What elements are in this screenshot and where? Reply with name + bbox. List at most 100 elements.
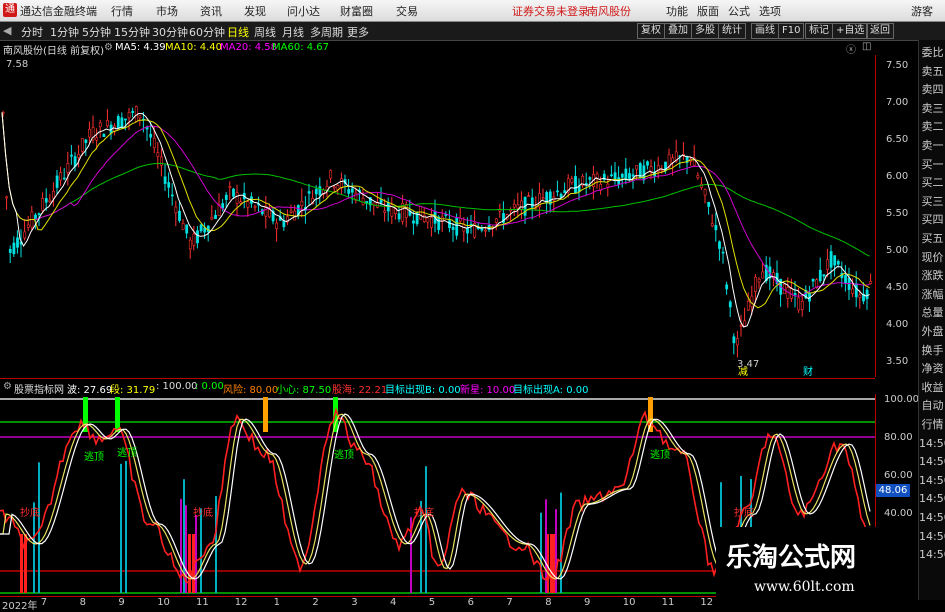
side-panel-item[interactable]: 买四 [919,213,945,226]
candle-body [300,200,304,206]
candle-body [718,241,721,249]
indicator-0: : 0.00 [195,381,224,392]
period-more[interactable]: 更多 [347,24,369,40]
menu-discover[interactable]: 发现 [244,3,266,19]
candle-body [851,288,855,294]
side-panel-item[interactable]: 14:50 [919,530,945,543]
candle-body [210,216,214,220]
period-tick[interactable]: 分时 [21,24,43,40]
menu-news[interactable]: 资讯 [200,3,222,19]
side-panel-item[interactable]: 卖四 [919,83,945,96]
back-button[interactable]: 返回 [866,23,894,39]
candle-body [98,122,102,128]
side-panel-item[interactable]: 卖二 [919,120,945,133]
side-panel-item[interactable]: 委比 [919,46,945,59]
side-panel-item[interactable]: 自动 [919,399,945,412]
signal-cyan-bar [120,463,122,593]
side-panel-item[interactable]: 卖三 [919,102,945,115]
period-15min[interactable]: 15分钟 [114,24,150,40]
candle-body [163,176,167,184]
left-arrow-icon[interactable]: ◀ [3,24,11,37]
menu-market[interactable]: 行情 [111,3,133,19]
date-tick: 10 [157,597,170,608]
candle-body [527,195,531,198]
menu-exchange[interactable]: 市场 [156,3,178,19]
date-tick: 10 [622,597,636,608]
signal-top-bar [648,397,653,432]
candle-body [84,139,88,143]
candle-body [516,204,520,209]
mark-button[interactable]: 标记 [805,23,833,39]
period-weekly[interactable]: 周线 [254,24,276,40]
side-panel-item[interactable]: 外盘 [919,325,945,338]
add-watchlist-button[interactable]: +自选 [832,23,869,39]
signal-cyan-bar [425,466,427,593]
menu-trade[interactable]: 交易 [396,3,418,19]
side-panel-item[interactable]: 涨幅 [919,288,945,301]
candle-body [556,190,559,193]
candle-body [332,186,336,189]
side-panel-item[interactable]: 净资 [919,362,945,375]
side-panel-item[interactable]: 14:50 [919,455,945,468]
date-tick: 11 [661,597,675,608]
menu-wealth[interactable]: 财富圈 [340,3,373,19]
side-panel-item[interactable]: 买二 [919,176,945,189]
settings-icon[interactable]: ⚙ [3,381,12,392]
candle-body [710,223,714,227]
signal-magenta-bar [195,514,197,593]
multi-stock-button[interactable]: 多股 [691,23,719,39]
candle-body [707,201,711,207]
side-panel-item[interactable]: 买五 [919,232,945,245]
candle-body [836,261,840,265]
menu-ask[interactable]: 问小达 [287,3,320,19]
menu-function[interactable]: 功能 [666,3,688,19]
side-panel-item[interactable]: 换手 [919,344,945,357]
user-label[interactable]: 游客 [911,3,933,19]
side-panel-item[interactable]: 卖五 [919,65,945,78]
period-monthly[interactable]: 月线 [282,24,304,40]
menu-layout[interactable]: 版面 [697,3,719,19]
candle-body [448,220,451,229]
side-panel-item[interactable]: 14:50 [919,511,945,524]
side-panel-item[interactable]: 买三 [919,195,945,208]
side-panel-item[interactable]: 涨跌 [919,269,945,282]
candle-body [282,220,286,228]
close-chart-icon[interactable]: ⓧ [846,41,856,56]
period-multi[interactable]: 多周期 [310,24,343,40]
candle-body [761,271,765,279]
candle-body [26,224,30,228]
side-panel-item[interactable]: 收益 [919,381,945,394]
overlay-button[interactable]: 叠加 [664,23,692,39]
price-tick: 5.00 [886,245,909,256]
adjust-button[interactable]: 复权 [637,23,665,39]
candle-body [224,194,228,200]
side-panel-item[interactable]: 行情 [919,418,945,431]
event-marker-1[interactable]: 减 [738,366,748,377]
price-tick: 7.50 [886,60,909,71]
period-daily[interactable]: 日线 [227,24,249,40]
period-30min[interactable]: 30分钟 [152,24,188,40]
event-marker-2[interactable]: 财 [803,365,813,377]
expand-icon[interactable]: ◫ [862,41,871,52]
side-panel-item[interactable]: 卖一 [919,139,945,152]
menu-options[interactable]: 选项 [759,3,781,19]
period-60min[interactable]: 60分钟 [189,24,225,40]
indicator-bars [20,397,752,593]
kline-chart[interactable]: 7.58 3.47 减 财 [0,55,875,377]
login-notice[interactable]: 证券交易未登录 [512,3,589,19]
stats-button[interactable]: 统计 [718,23,746,39]
settings-icon[interactable]: ⚙ [104,42,113,53]
side-panel-item[interactable]: 总量 [919,306,945,319]
period-1min[interactable]: 1分钟 [50,24,79,40]
candle-body [152,137,156,148]
menu-formula[interactable]: 公式 [728,3,750,19]
side-panel-item[interactable]: 14:50 [919,492,945,505]
side-panel-item[interactable]: 买一 [919,158,945,171]
period-5min[interactable]: 5分钟 [82,24,111,40]
side-panel-item[interactable]: 14:50 [919,437,945,450]
side-panel-item[interactable]: 现价 [919,251,945,264]
side-panel-item[interactable]: 14:50 [919,548,945,561]
f10-button[interactable]: F10 [778,23,805,39]
side-panel-item[interactable]: 14:50 [919,474,945,487]
draw-button[interactable]: 画线 [751,23,779,39]
